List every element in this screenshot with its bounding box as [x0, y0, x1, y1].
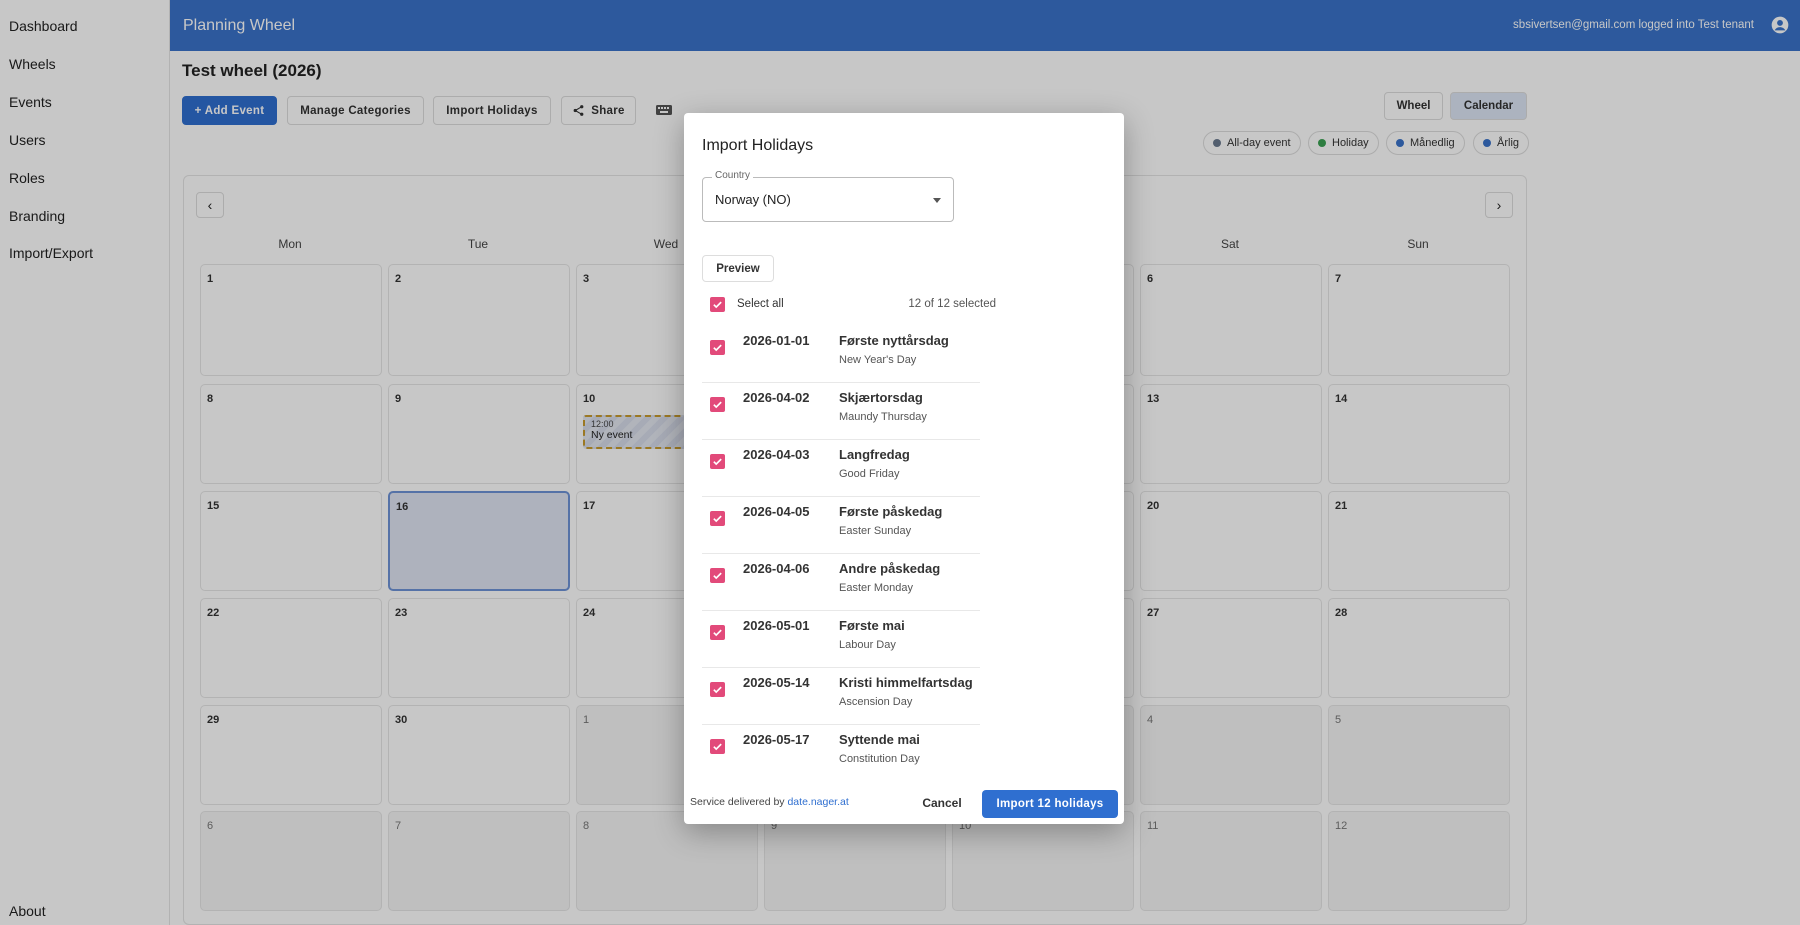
- holiday-checkbox[interactable]: [710, 511, 725, 526]
- preview-button[interactable]: Preview: [702, 255, 774, 282]
- holiday-english-name: Maundy Thursday: [839, 411, 927, 423]
- holiday-name: Kristi himmelfartsdag: [839, 675, 973, 690]
- holiday-date: 2026-05-17: [743, 732, 810, 747]
- holiday-name: Syttende mai: [839, 732, 920, 747]
- holiday-name: Andre påskedag: [839, 561, 941, 576]
- holiday-row[interactable]: 2026-01-01 Første nyttårsdag New Year's Da…: [702, 326, 980, 383]
- holiday-checkbox[interactable]: [710, 454, 725, 469]
- holiday-english-name: Easter Monday: [839, 582, 913, 594]
- holiday-row[interactable]: 2026-04-06 Andre påskedag Easter Monday: [702, 554, 980, 611]
- check-icon: [713, 515, 722, 523]
- nager-link[interactable]: date.nager.at: [787, 796, 848, 808]
- check-icon: [713, 301, 722, 309]
- import-holidays-submit-button[interactable]: Import 12 holidays: [982, 790, 1118, 818]
- holiday-english-name: New Year's Day: [839, 354, 917, 366]
- check-icon: [713, 629, 722, 637]
- selected-count: 12 of 12 selected: [908, 298, 996, 310]
- holiday-date: 2026-04-02: [743, 390, 810, 405]
- holiday-name: Første mai: [839, 618, 905, 633]
- holiday-english-name: Good Friday: [839, 468, 900, 480]
- dialog-title: Import Holidays: [702, 137, 814, 154]
- holiday-date: 2026-04-03: [743, 447, 810, 462]
- holiday-date: 2026-05-01: [743, 618, 810, 633]
- service-credit: Service delivered by date.nager.at: [690, 796, 849, 808]
- holiday-date: 2026-01-01: [743, 333, 810, 348]
- check-icon: [713, 743, 722, 751]
- check-icon: [713, 401, 722, 409]
- holiday-row[interactable]: 2026-04-05 Første påskedag Easter Sunday: [702, 497, 980, 554]
- holiday-name: Langfredag: [839, 447, 910, 462]
- holiday-date: 2026-04-05: [743, 504, 810, 519]
- holiday-checkbox[interactable]: [710, 682, 725, 697]
- import-holidays-dialog: Import Holidays Country Norway (NO) Prev…: [684, 113, 1124, 824]
- holiday-row[interactable]: 2026-05-01 Første mai Labour Day: [702, 611, 980, 668]
- check-icon: [713, 572, 722, 580]
- credit-prefix: Service delivered by: [690, 796, 785, 808]
- holiday-row[interactable]: 2026-04-03 Langfredag Good Friday: [702, 440, 980, 497]
- holiday-row[interactable]: 2026-05-14 Kristi himmelfartsdag Ascension…: [702, 668, 980, 725]
- holiday-checkbox[interactable]: [710, 568, 725, 583]
- country-select[interactable]: Country Norway (NO): [702, 170, 954, 222]
- check-icon: [713, 686, 722, 694]
- holiday-name: Første påskedag: [839, 504, 943, 519]
- holiday-list[interactable]: 2026-01-01 Første nyttårsdag New Year's Da…: [702, 326, 980, 776]
- check-icon: [713, 344, 722, 352]
- country-label: Country: [712, 170, 754, 181]
- holiday-english-name: Ascension Day: [839, 696, 913, 708]
- country-value: Norway (NO): [715, 192, 791, 207]
- holiday-checkbox[interactable]: [710, 397, 725, 412]
- check-icon: [713, 458, 722, 466]
- holiday-english-name: Labour Day: [839, 639, 896, 651]
- holiday-row[interactable]: 2026-05-17 Syttende mai Constitution Day: [702, 725, 980, 776]
- select-all-label: Select all: [737, 298, 784, 310]
- chevron-down-icon: [933, 198, 941, 203]
- holiday-date: 2026-05-14: [743, 675, 810, 690]
- holiday-english-name: Easter Sunday: [839, 525, 912, 537]
- holiday-name: Skjærtorsdag: [839, 390, 923, 405]
- holiday-english-name: Constitution Day: [839, 753, 920, 765]
- cancel-button[interactable]: Cancel: [912, 789, 972, 817]
- select-all-checkbox[interactable]: [710, 297, 725, 312]
- holiday-date: 2026-04-06: [743, 561, 810, 576]
- holiday-checkbox[interactable]: [710, 340, 725, 355]
- holiday-checkbox[interactable]: [710, 625, 725, 640]
- holiday-checkbox[interactable]: [710, 739, 725, 754]
- holiday-name: Første nyttårsdag: [839, 333, 949, 348]
- holiday-row[interactable]: 2026-04-02 Skjærtorsdag Maundy Thursday: [702, 383, 980, 440]
